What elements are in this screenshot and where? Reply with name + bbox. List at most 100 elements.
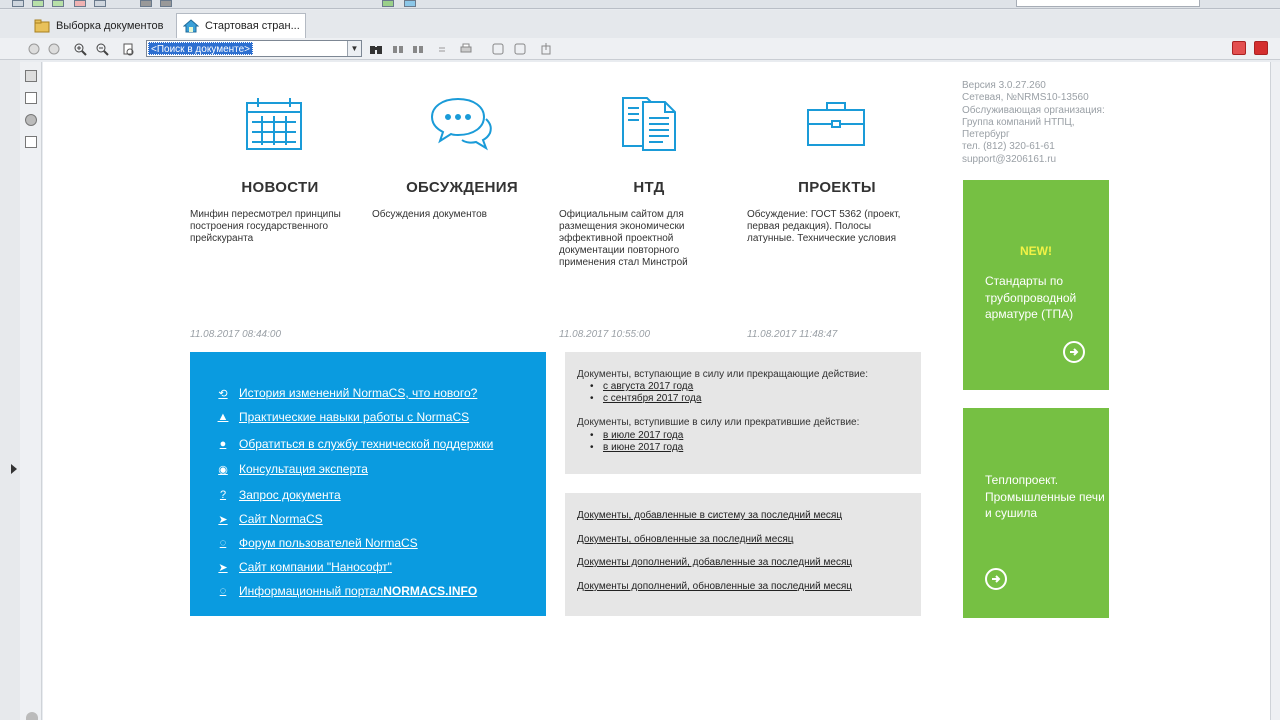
link-expert[interactable]: ◉ Консультация эксперта	[216, 461, 368, 477]
ntd-date: 11.08.2017 10:55:00	[559, 329, 651, 340]
chevron-down-icon[interactable]: ▼	[347, 41, 361, 56]
monthly-documents-panel: Документы, добавленные в систему за посл…	[565, 493, 921, 616]
ntd-headline[interactable]: Официальным сайтом для размещения эконом…	[559, 209, 709, 269]
user-icon: ●	[219, 438, 227, 450]
arrow-right-circle-icon[interactable]	[1063, 341, 1085, 363]
restore-window-icon[interactable]	[1232, 41, 1246, 55]
graduation-cap-icon: ▲	[217, 411, 229, 423]
scroll-indicator	[26, 712, 38, 720]
side-toolbar	[20, 62, 42, 720]
version-info: Версия 3.0.27.260 Сетевая, №NRMS10-13560…	[962, 80, 1105, 165]
toolbar-icon[interactable]	[32, 0, 44, 7]
link-september-2017[interactable]: с сентября 2017 года	[590, 393, 701, 404]
main-toolbar-strip	[0, 0, 1280, 9]
toolbar-icon[interactable]	[12, 0, 24, 7]
document-search-input[interactable]: <Поиск в документе> ▼	[146, 40, 362, 57]
link-supplements-added[interactable]: Документы дополнений, добавленные за пос…	[577, 557, 852, 568]
promo-teploproekt[interactable]: Теплопроект. Промышленные печи и сушила	[963, 408, 1109, 618]
vertical-scrollbar[interactable]	[1270, 62, 1280, 720]
toolbar-icon[interactable]	[404, 0, 416, 7]
briefcase-icon	[805, 100, 865, 156]
page-fit-icon[interactable]	[120, 41, 136, 57]
close-document-icon[interactable]	[1254, 41, 1268, 55]
link-forum[interactable]: ◌ Форум пользователей NormaCS	[216, 535, 418, 551]
link-added-last-month[interactable]: Документы, добавленные в систему за посл…	[577, 510, 842, 521]
document-question-icon: ?	[219, 489, 227, 501]
plane-icon: ➤	[218, 513, 228, 526]
speech-icon: ◌	[219, 585, 227, 597]
toolbar-icon[interactable]	[160, 0, 172, 7]
link-june-2017[interactable]: в июне 2017 года	[590, 442, 683, 453]
chat-icon: ◉	[218, 463, 228, 476]
section-title[interactable]: НОВОСТИ	[190, 179, 370, 196]
note-icon[interactable]	[25, 114, 37, 126]
document-tabs: Выборка документов Стартовая стран...	[0, 10, 1280, 38]
forward-icon[interactable]	[46, 41, 62, 57]
link-supplements-updated[interactable]: Документы дополнений, обновленные за пос…	[577, 581, 852, 592]
section-title[interactable]: ПРОЕКТЫ	[747, 179, 927, 196]
link-support[interactable]: ● Обратиться в службу технической поддерж…	[216, 436, 494, 452]
top-search-field[interactable]	[1016, 0, 1200, 7]
link-normacs-info[interactable]: ◌ Информационный портал NORMACS.INFO	[216, 583, 477, 599]
document-toolbar: <Поиск в документе> ▼	[0, 38, 1280, 60]
page-icon[interactable]	[490, 41, 506, 57]
link-document-request[interactable]: ? Запрос документа	[216, 487, 341, 503]
export-icon[interactable]	[538, 41, 554, 57]
zoom-in-icon[interactable]	[72, 41, 88, 57]
find-next-icon[interactable]	[390, 41, 406, 57]
left-collapsed-panel	[0, 60, 20, 720]
arrow-right-circle-icon[interactable]	[985, 568, 1007, 590]
settings-icon[interactable]	[512, 41, 528, 57]
projects-headline[interactable]: Обсуждение: ГОСТ 5362 (проект, первая ре…	[747, 209, 917, 245]
tab-start-page[interactable]: Стартовая стран...	[176, 13, 306, 38]
section-title[interactable]: ОБСУЖДЕНИЯ	[372, 179, 552, 196]
quick-links-panel: ⟲ История изменений NormaCS, что нового? …	[190, 352, 546, 616]
home-icon	[182, 19, 200, 33]
history-icon: ⟲	[218, 387, 228, 400]
link-normacs-site[interactable]: ➤ Сайт NormaCS	[216, 511, 322, 527]
link-july-2017[interactable]: в июле 2017 года	[590, 430, 683, 441]
toolbar-icon[interactable]	[94, 0, 106, 7]
zoom-out-icon[interactable]	[94, 41, 110, 57]
folder-icon	[34, 19, 50, 33]
promo-tpa-standards[interactable]: NEW! Стандарты по трубопроводной арматур…	[963, 180, 1109, 390]
tab-document-selection[interactable]: Выборка документов	[28, 13, 174, 38]
speech-icon: ◌	[219, 537, 227, 549]
chat-bubbles-icon	[428, 95, 492, 151]
print-icon[interactable]	[458, 41, 474, 57]
tab-label: Выборка документов	[56, 19, 164, 32]
equals-icon[interactable]	[434, 41, 450, 57]
toolbar-icon[interactable]	[140, 0, 152, 7]
news-headline[interactable]: Минфин пересмотрел принципы построения г…	[190, 209, 360, 245]
coming-into-force-title: Документы, вступающие в силу или прекращ…	[577, 369, 868, 380]
bookmark-icon[interactable]	[25, 70, 37, 82]
new-badge: NEW!	[1020, 244, 1052, 258]
came-into-force-title: Документы, вступившие в силу или прекрат…	[577, 417, 860, 428]
promo-text: Теплопроект. Промышленные печи и сушила	[985, 473, 1105, 520]
section-title[interactable]: НТД	[559, 179, 739, 196]
link-changelog[interactable]: ⟲ История изменений NormaCS, что нового?	[216, 385, 477, 401]
page-view-icon[interactable]	[25, 92, 37, 104]
news-date: 11.08.2017 08:44:00	[190, 329, 282, 340]
back-icon[interactable]	[26, 41, 42, 57]
toolbar-icon[interactable]	[382, 0, 394, 7]
link-updated-last-month[interactable]: Документы, обновленные за последний меся…	[577, 534, 794, 545]
image-icon[interactable]	[25, 136, 37, 148]
find-prev-icon[interactable]	[410, 41, 426, 57]
calendar-icon	[244, 95, 304, 151]
link-august-2017[interactable]: с августа 2017 года	[590, 381, 693, 392]
link-nanosoft[interactable]: ➤ Сайт компании "Нанософт"	[216, 559, 392, 575]
expand-panel-icon[interactable]	[11, 464, 17, 474]
app-window: Выборка документов Стартовая стран... <П…	[0, 0, 1280, 720]
binoculars-icon[interactable]	[368, 41, 384, 57]
effective-documents-panel: Документы, вступающие в силу или прекращ…	[565, 352, 921, 474]
toolbar-icon[interactable]	[74, 0, 86, 7]
promo-text: Стандарты по трубопроводной арматуре (ТП…	[985, 274, 1077, 321]
toolbar-icon[interactable]	[52, 0, 64, 7]
start-page: НОВОСТИ Минфин пересмотрел принципы пост…	[43, 62, 1270, 720]
discussions-text[interactable]: Обсуждения документов	[372, 209, 542, 221]
documents-icon	[619, 94, 679, 151]
plane-icon: ➤	[218, 561, 228, 574]
link-training[interactable]: ▲ Практические навыки работы с NormaCS	[216, 409, 470, 425]
search-input-value: <Поиск в документе>	[148, 42, 254, 55]
